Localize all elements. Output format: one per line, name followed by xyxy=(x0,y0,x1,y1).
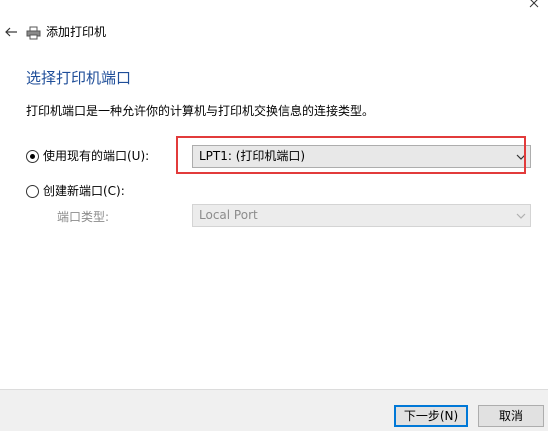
create-new-port-radio[interactable] xyxy=(26,185,39,198)
printer-icon xyxy=(26,25,41,40)
page-description: 打印机端口是一种允许你的计算机与打印机交换信息的连接类型。 xyxy=(26,104,375,118)
next-button[interactable]: 下一步(N) xyxy=(394,405,468,427)
wizard-title: 添加打印机 xyxy=(46,25,107,39)
port-type-label: 端口类型: xyxy=(57,210,110,224)
use-existing-port-label[interactable]: 使用现有的端口(U): xyxy=(43,148,149,164)
port-type-value: Local Port xyxy=(199,208,258,222)
highlight-box xyxy=(176,136,526,174)
close-icon[interactable] xyxy=(526,0,542,12)
back-arrow-icon[interactable] xyxy=(4,24,18,38)
port-type-select[interactable]: Local Port xyxy=(192,204,531,227)
page-heading: 选择打印机端口 xyxy=(26,69,132,87)
create-new-port-label[interactable]: 创建新端口(C): xyxy=(43,183,125,199)
cancel-button[interactable]: 取消 xyxy=(478,405,544,427)
chevron-down-icon xyxy=(516,213,526,219)
use-existing-port-radio[interactable] xyxy=(26,150,39,163)
